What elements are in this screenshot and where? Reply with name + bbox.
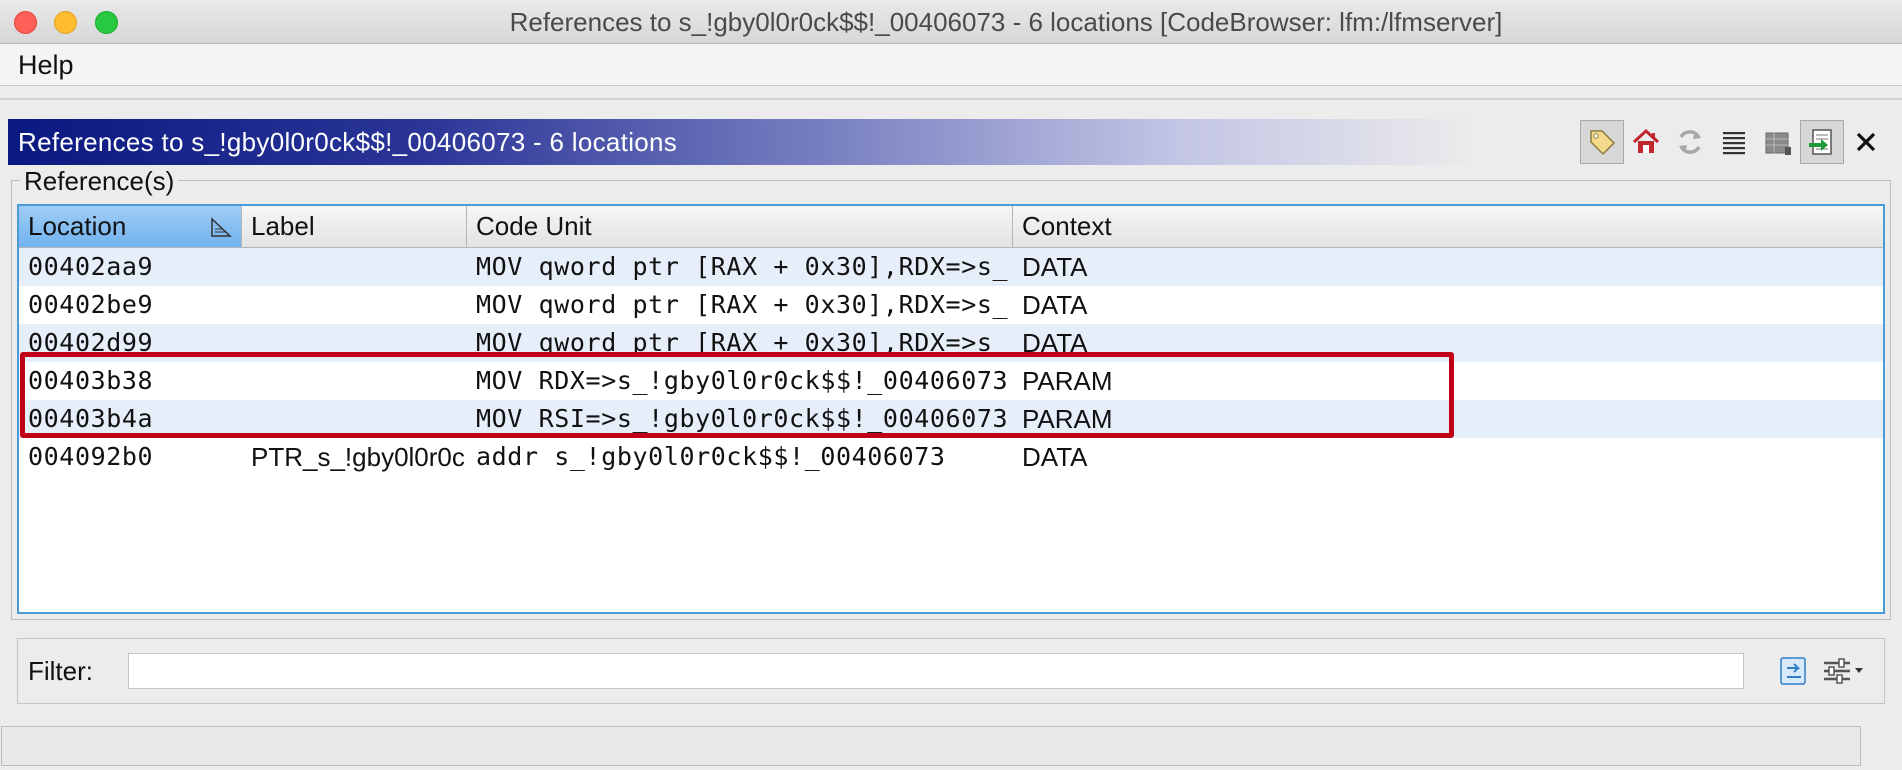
home-button[interactable] bbox=[1624, 120, 1668, 164]
cell-label: PTR_s_!gby0l0r0c... bbox=[251, 442, 467, 472]
cell-code-unit: MOV qword ptr [RAX + 0x30],RDX=>s_!gb... bbox=[476, 252, 1013, 281]
tag-icon bbox=[1590, 130, 1616, 156]
maximize-window-button[interactable] bbox=[95, 11, 118, 34]
cell-code-unit: MOV qword ptr [RAX + 0x30],RDX=>s_!gb... bbox=[476, 290, 1013, 319]
column-header-label: Code Unit bbox=[476, 211, 592, 241]
cell-code-unit: MOV RSI=>s_!gby0l0r0ck$$!_00406073,RDX bbox=[476, 404, 1013, 433]
cell-label bbox=[242, 286, 467, 324]
list-button[interactable] bbox=[1712, 120, 1756, 164]
cell-label bbox=[242, 324, 467, 362]
sort-ascending-icon bbox=[211, 217, 232, 237]
cell-code-unit: addr s_!gby0l0r0ck$$!_00406073 bbox=[476, 442, 946, 471]
table-row[interactable]: 00402aa9 MOV qword ptr [RAX + 0x30],RDX=… bbox=[19, 248, 1883, 286]
filter-input[interactable] bbox=[128, 653, 1744, 689]
column-header-label: Location bbox=[28, 211, 127, 241]
tag-button[interactable] bbox=[1580, 120, 1624, 164]
references-group-label: Reference(s) bbox=[20, 165, 179, 197]
refresh-icon bbox=[1679, 130, 1701, 154]
filter-bar: Filter: bbox=[17, 638, 1885, 704]
filter-clear-button[interactable] bbox=[1776, 653, 1812, 689]
cell-location: 00402d99 bbox=[28, 328, 154, 357]
column-header-label-col[interactable]: Label bbox=[242, 206, 467, 247]
panel-toolbar bbox=[1580, 120, 1888, 164]
close-window-button[interactable] bbox=[14, 11, 37, 34]
cell-location: 00402be9 bbox=[28, 290, 154, 319]
cell-context: DATA bbox=[1022, 290, 1088, 320]
cell-context: DATA bbox=[1022, 442, 1088, 472]
cell-location: 00403b38 bbox=[28, 366, 154, 395]
refresh-button[interactable] bbox=[1668, 120, 1712, 164]
cell-location: 004092b0 bbox=[28, 442, 154, 471]
filter-options-button[interactable] bbox=[1818, 653, 1868, 689]
cell-location: 00402aa9 bbox=[28, 252, 154, 281]
filter-label: Filter: bbox=[28, 656, 93, 686]
table-row[interactable]: 00403b38 MOV RDX=>s_!gby0l0r0ck$$!_00406… bbox=[19, 362, 1883, 400]
menu-bar: Help bbox=[0, 44, 1902, 86]
minimize-window-button[interactable] bbox=[54, 11, 77, 34]
table-row[interactable]: 00402be9 MOV qword ptr [RAX + 0x30],RDX=… bbox=[19, 286, 1883, 324]
table-row[interactable]: 004092b0 PTR_s_!gby0l0r0c... addr s_!gby… bbox=[19, 438, 1883, 476]
cell-context: DATA bbox=[1022, 252, 1088, 282]
cell-code-unit: MOV RDX=>s_!gby0l0r0ck$$!_00406073,qw... bbox=[476, 366, 1013, 395]
status-bar bbox=[1, 726, 1861, 766]
filter-apply-icon bbox=[1780, 657, 1806, 685]
list-icon bbox=[1723, 132, 1745, 155]
separator bbox=[0, 98, 1902, 100]
close-icon bbox=[1856, 132, 1876, 152]
goto-icon bbox=[1809, 129, 1832, 155]
close-panel-button[interactable] bbox=[1844, 120, 1888, 164]
table-icon bbox=[1765, 132, 1791, 155]
cell-label bbox=[242, 362, 467, 400]
cell-code-unit: MOV qword ptr [RAX + 0x30],RDX=>s_!gb... bbox=[476, 328, 1013, 357]
filter-options-icon bbox=[1824, 658, 1863, 684]
panel-header: References to s_!gby0l0r0ck$$!_00406073 … bbox=[8, 119, 1892, 165]
column-header-location[interactable]: Location bbox=[19, 206, 242, 247]
cell-location: 00403b4a bbox=[28, 404, 154, 433]
panel-title: References to s_!gby0l0r0ck$$!_00406073 … bbox=[18, 127, 678, 157]
cell-label bbox=[242, 400, 467, 438]
window-title: References to s_!gby0l0r0ck$$!_00406073 … bbox=[509, 7, 1503, 37]
window-title-bar: References to s_!gby0l0r0ck$$!_00406073 … bbox=[0, 0, 1902, 44]
table-row[interactable]: 00402d99 MOV qword ptr [RAX + 0x30],RDX=… bbox=[19, 324, 1883, 362]
cell-context: DATA bbox=[1022, 328, 1088, 358]
column-header-context[interactable]: Context bbox=[1013, 206, 1883, 247]
cell-context: PARAM bbox=[1022, 366, 1113, 396]
goto-button[interactable] bbox=[1800, 120, 1844, 164]
table-header: Location Label Code Unit Context bbox=[19, 206, 1883, 248]
table-button[interactable] bbox=[1756, 120, 1800, 164]
references-table[interactable]: Location Label Code Unit Context 00402aa… bbox=[17, 204, 1885, 614]
home-icon bbox=[1632, 128, 1660, 153]
menu-help[interactable]: Help bbox=[18, 44, 74, 86]
cell-context: PARAM bbox=[1022, 404, 1113, 434]
table-row[interactable]: 00403b4a MOV RSI=>s_!gby0l0r0ck$$!_00406… bbox=[19, 400, 1883, 438]
cell-label bbox=[242, 248, 467, 286]
column-header-label: Label bbox=[251, 211, 315, 241]
column-header-code-unit[interactable]: Code Unit bbox=[467, 206, 1013, 247]
column-header-label: Context bbox=[1022, 211, 1112, 241]
